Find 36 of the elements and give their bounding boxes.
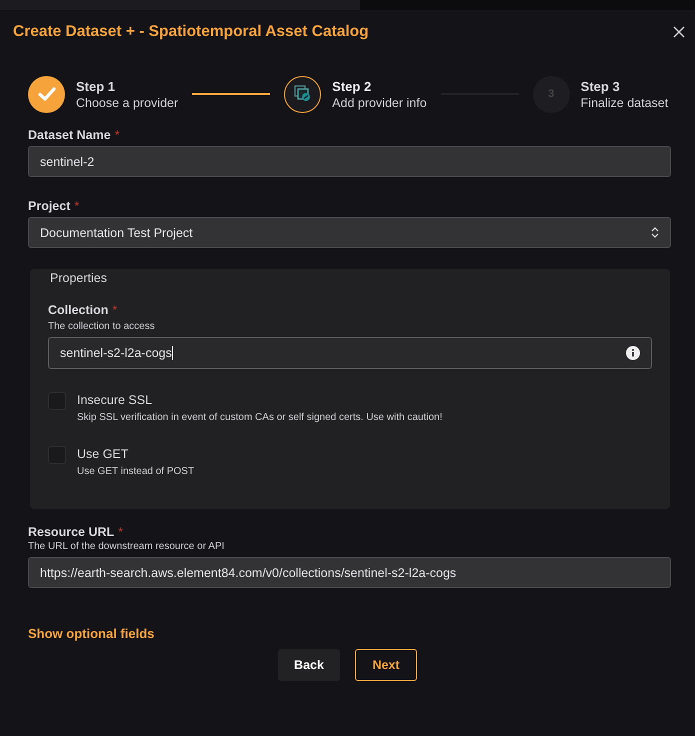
dialog-title: Create Dataset + - Spatiotemporal Asset Catalog — [13, 23, 369, 41]
field-value: sentinel-s2-l2a-cogs — [60, 346, 173, 360]
field-value: Documentation Test Project — [40, 226, 193, 240]
back-button[interactable]: Back — [278, 649, 340, 681]
field-value: https://earth-search.aws.element84.com/v0/collections/sentinel-s2-l2a-cogs — [40, 566, 456, 580]
show-optional-link[interactable]: Show optional fields — [28, 626, 154, 641]
input-field[interactable]: sentinel-s2-l2a-cogs — [48, 337, 652, 369]
step-subtitle: Finalize dataset — [580, 96, 668, 110]
updown-caret-icon — [651, 227, 659, 238]
input-field[interactable]: sentinel-2 — [28, 146, 671, 177]
required-mark: * — [112, 303, 118, 317]
step-subtitle: Choose a provider — [76, 96, 178, 110]
field-label: Collection — [48, 303, 108, 317]
panel-legend: Properties — [50, 271, 107, 285]
required-mark: * — [118, 525, 124, 539]
next-button[interactable]: Next — [355, 649, 417, 681]
step-title: Step 1 — [76, 78, 116, 94]
field-value: sentinel-2 — [40, 154, 94, 168]
checkbox-label: Use GET — [77, 447, 130, 461]
field-help: The URL of the downstream resource or API — [28, 541, 226, 552]
step-subtitle: Add provider info — [332, 96, 427, 110]
required-mark: * — [74, 199, 80, 213]
checkbox-label: Insecure SSL — [77, 393, 154, 407]
step-title: Step 3 — [580, 78, 621, 94]
field-label: Project — [28, 199, 70, 213]
checkbox-help: Use GET instead of POST — [77, 466, 194, 477]
input-field[interactable]: https://earth-search.aws.element84.com/v0/collections/sentinel-s2-l2a-cogs — [28, 557, 671, 588]
info-icon[interactable] — [626, 346, 640, 360]
checkbox-help: Skip SSL verification in event of custom CAs or self signed certs. Use with caution! — [77, 412, 442, 423]
select-field[interactable]: Documentation Test Project — [28, 217, 671, 248]
close-icon[interactable] — [673, 26, 685, 38]
step-title: Step 2 — [332, 78, 372, 94]
field-label: Dataset Name — [28, 128, 111, 142]
field-label: Resource URL — [28, 525, 114, 539]
required-mark: * — [114, 128, 120, 142]
field-help: The collection to access — [48, 321, 156, 332]
